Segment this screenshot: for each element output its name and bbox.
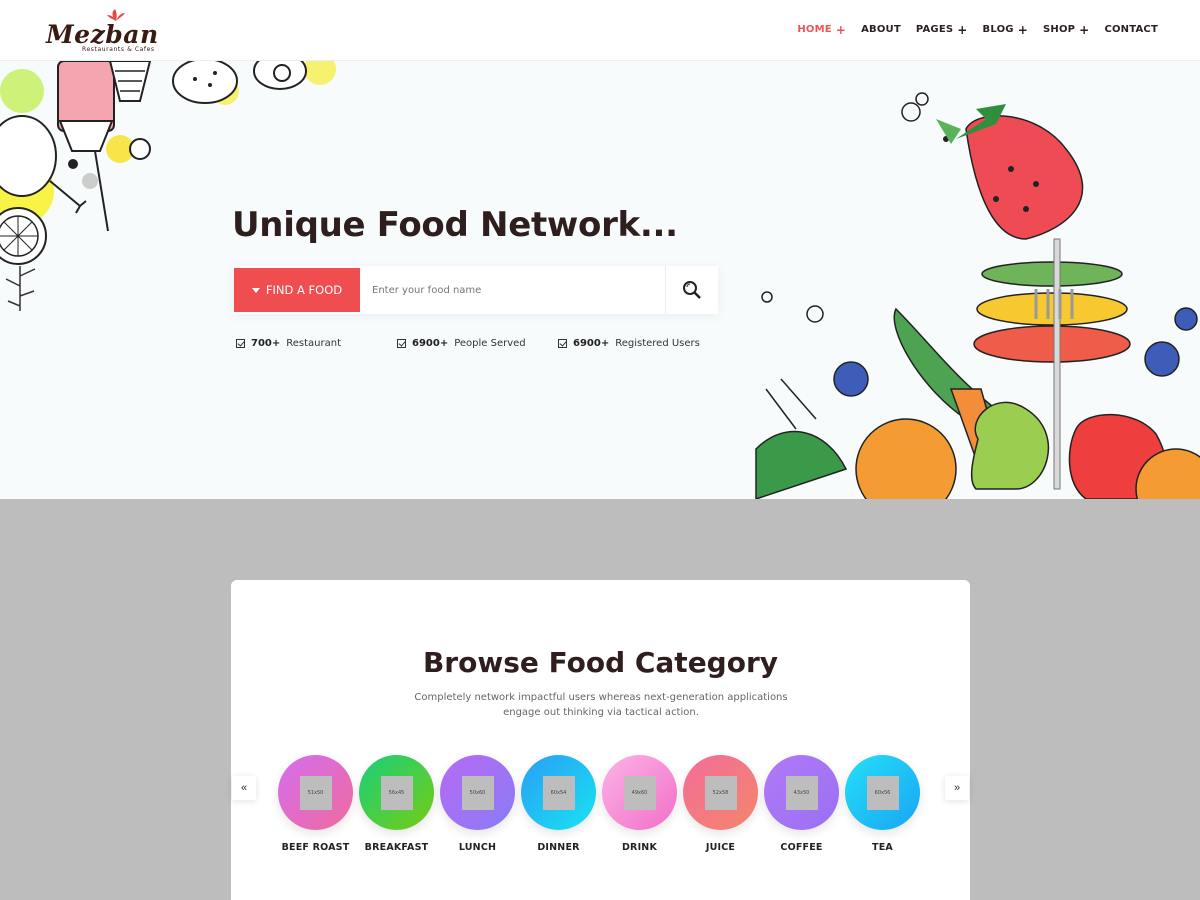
stat-value: 700+ [251, 338, 281, 349]
nav-label: PAGES [915, 24, 954, 35]
category-image-placeholder: 50x60 [461, 775, 494, 810]
category-item[interactable]: 51x50 BEEF ROAST [278, 755, 353, 853]
category-item[interactable]: 52x58 JUICE [683, 755, 758, 853]
nav-label: CONTACT [1104, 24, 1158, 35]
nav-label: HOME [797, 24, 832, 35]
category-image-placeholder: 60x56 [866, 775, 899, 810]
category-circle: 50x60 [440, 755, 515, 830]
category-label: LUNCH [458, 842, 497, 853]
food-category-card: Browse Food Category Completely network … [231, 580, 970, 900]
section-title: Browse Food Category [422, 646, 779, 679]
stat-people-served: 6900+ People Served [397, 338, 558, 349]
hero-stats: 700+ Restaurant 6900+ People Served 6900… [236, 338, 706, 349]
category-image-placeholder: 43x50 [785, 775, 818, 810]
category-circle: 51x50 [278, 755, 353, 830]
category-label: JUICE [705, 842, 736, 853]
category-label: BEEF ROAST [281, 842, 350, 853]
brand-tagline: Restaurants & Cafes [82, 46, 155, 53]
stat-restaurants: 700+ Restaurant [236, 338, 397, 349]
category-carousel: 51x50 BEEF ROAST 56x45 BREAKFAST 50x60 LUNC… [278, 755, 920, 853]
stat-label: Registered Users [615, 338, 700, 349]
find-food-label: FIND A FOOD [265, 283, 343, 297]
hero-section: Unique Food Network... FIND A FOOD 700+ … [0, 61, 1200, 499]
nav-item-about[interactable]: ABOUT [861, 24, 901, 35]
nav-item-shop[interactable]: SHOP + [1042, 22, 1090, 37]
stat-value: 6900+ [573, 338, 610, 349]
check-icon [236, 339, 245, 348]
category-circle: 60x54 [521, 755, 596, 830]
nav-label: BLOG [982, 24, 1014, 35]
carousel-prev-button[interactable]: « [232, 776, 256, 800]
category-circle: 49x60 [602, 755, 677, 830]
category-label: DINNER [537, 842, 580, 853]
category-circle: 56x45 [359, 755, 434, 830]
stat-value: 6900+ [412, 338, 449, 349]
plus-icon: + [1079, 22, 1090, 37]
category-circle: 60x56 [845, 755, 920, 830]
brand-name: Mezban [46, 20, 159, 49]
hero-title: Unique Food Network... [232, 205, 678, 245]
category-circle: 43x50 [764, 755, 839, 830]
section-description: Completely network impactful users where… [414, 692, 788, 718]
main-nav: HOME + ABOUT PAGES + BLOG + SHOP + CONTACT [797, 22, 1158, 37]
food-search-form: FIND A FOOD [234, 266, 718, 314]
stat-registered-users: 6900+ Registered Users [558, 338, 700, 349]
food-name-input[interactable] [360, 266, 665, 314]
category-image-placeholder: 49x60 [623, 775, 656, 810]
category-circle: 52x58 [683, 755, 758, 830]
site-header: Mezban Restaurants & Cafes HOME + ABOUT P… [0, 0, 1200, 61]
category-item[interactable]: 56x45 BREAKFAST [359, 755, 434, 853]
nav-item-home[interactable]: HOME + [797, 22, 847, 37]
check-icon [558, 339, 567, 348]
nav-item-pages[interactable]: PAGES + [915, 22, 968, 37]
carousel-next-button[interactable]: » [945, 776, 969, 800]
find-food-dropdown-button[interactable]: FIND A FOOD [234, 268, 360, 312]
category-item[interactable]: 60x56 TEA [845, 755, 920, 853]
check-icon [397, 339, 406, 348]
stat-label: Restaurant [286, 338, 342, 349]
plus-icon: + [1017, 22, 1028, 37]
double-chevron-left-icon: « [240, 782, 248, 794]
double-chevron-right-icon: » [953, 782, 961, 794]
category-label: DRINK [621, 842, 658, 853]
stat-label: People Served [454, 338, 526, 349]
category-label: TEA [872, 842, 893, 853]
category-item[interactable]: 50x60 LUNCH [440, 755, 515, 853]
category-item[interactable]: 60x54 DINNER [521, 755, 596, 853]
brand-logo[interactable]: Mezban Restaurants & Cafes [46, 8, 166, 56]
plus-icon: + [957, 22, 968, 37]
caret-down-icon [251, 287, 260, 293]
nav-item-blog[interactable]: BLOG + [982, 22, 1028, 37]
plus-icon: + [835, 22, 847, 37]
category-item[interactable]: 49x60 DRINK [602, 755, 677, 853]
nav-label: SHOP [1042, 24, 1076, 35]
category-image-placeholder: 56x45 [380, 775, 413, 810]
search-icon [683, 281, 701, 299]
nav-label: ABOUT [861, 24, 901, 35]
category-label: BREAKFAST [364, 842, 429, 853]
vegetable-fork-illustration [755, 92, 1200, 499]
category-item[interactable]: 43x50 COFFEE [764, 755, 839, 853]
category-image-placeholder: 60x54 [542, 775, 575, 810]
category-image-placeholder: 52x58 [704, 775, 737, 810]
category-image-placeholder: 51x50 [299, 775, 332, 810]
search-button[interactable] [665, 266, 718, 314]
category-label: COFFEE [780, 842, 823, 853]
nav-item-contact[interactable]: CONTACT [1104, 24, 1158, 35]
